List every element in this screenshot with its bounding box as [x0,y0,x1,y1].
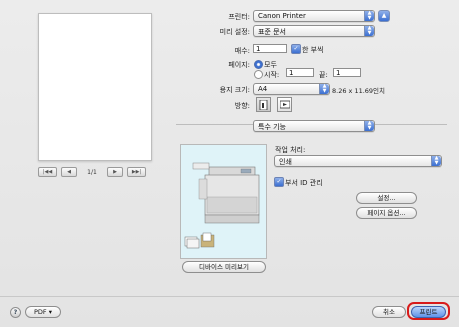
paper-size-select[interactable]: A4 ▲ ▼ [253,83,330,95]
job-processing-select[interactable]: 인쇄 ▲ ▼ [274,155,442,167]
printer-select-value: Canon Printer [258,12,306,20]
paper-size-value: A4 [258,85,268,93]
page-counter: 1/1 [87,168,97,176]
copies-label: 매수: [234,47,250,55]
chevron-updown-icon: ▲ ▼ [364,121,374,131]
paper-size-label: 용지 크기: [219,86,250,94]
portrait-icon [259,99,268,110]
device-image-panel [180,144,267,259]
last-page-button[interactable]: ▶▶| [127,167,146,177]
print-button[interactable]: 프린트 [411,306,446,318]
pages-to-input[interactable]: 1 [333,68,361,77]
page-options-button[interactable]: 페이지 옵션... [356,207,417,219]
secure-id-checkbox[interactable]: ✓ [274,177,284,187]
preview-navigation: |◀◀ ◀ 1/1 ▶ ▶▶| [38,167,146,177]
settings-button[interactable]: 설정... [356,192,417,204]
portrait-orientation-button[interactable] [256,97,271,112]
orientation-label: 방향: [234,102,250,110]
presets-select-value: 표준 문서 [258,28,286,36]
pages-all-label: 모두 [264,61,277,69]
disclosure-triangle-icon[interactable]: ▲ [378,10,390,22]
printer-label: 프린터: [228,13,250,21]
presets-label: 미리 설정: [219,28,250,36]
pages-from-label: 시작: [264,71,280,79]
chevron-updown-icon: ▲ ▼ [431,156,441,166]
chevron-updown-icon: ▲ ▼ [319,84,329,94]
job-processing-value: 인쇄 [279,158,292,166]
chevron-updown-icon: ▲ ▼ [364,26,374,36]
footer-divider [0,296,459,297]
cancel-button[interactable]: 취소 [372,306,406,318]
landscape-icon [279,100,290,109]
help-icon[interactable]: ? [10,307,21,318]
presets-select[interactable]: 표준 문서 ▲ ▼ [253,25,375,37]
pages-range-radio[interactable] [254,70,263,79]
pages-to-label: 끝: [319,71,328,79]
collate-checkbox[interactable]: ✓ [291,44,301,54]
collate-label: 한 부씩 [302,46,324,54]
printer-device-icon [184,162,260,249]
pages-all-radio[interactable] [254,60,263,69]
pdf-button[interactable]: PDF ▾ [25,306,61,318]
pages-label: 페이지: [228,61,250,69]
chevron-updown-icon: ▲ ▼ [364,11,374,21]
paper-stack-icon [184,232,215,249]
pages-from-input[interactable]: 1 [286,68,314,77]
copies-input[interactable]: 1 [253,44,287,53]
first-page-button[interactable]: |◀◀ [38,167,57,177]
secure-id-label: 부서 ID 관리 [285,179,323,187]
previous-page-button[interactable]: ◀ [61,167,77,177]
printer-select[interactable]: Canon Printer ▲ ▼ [253,10,375,22]
page-preview [38,13,152,161]
job-processing-label: 작업 처리: [275,146,306,154]
section-select-value: 특수 기능 [258,123,286,131]
device-preview-button[interactable]: 디바이스 미리보기 [182,261,266,273]
landscape-orientation-button[interactable] [277,97,292,112]
section-select[interactable]: 특수 기능 ▲ ▼ [253,120,375,132]
next-page-button[interactable]: ▶ [107,167,123,177]
paper-size-dimensions: 8.26 x 11.69인치 [332,87,386,95]
